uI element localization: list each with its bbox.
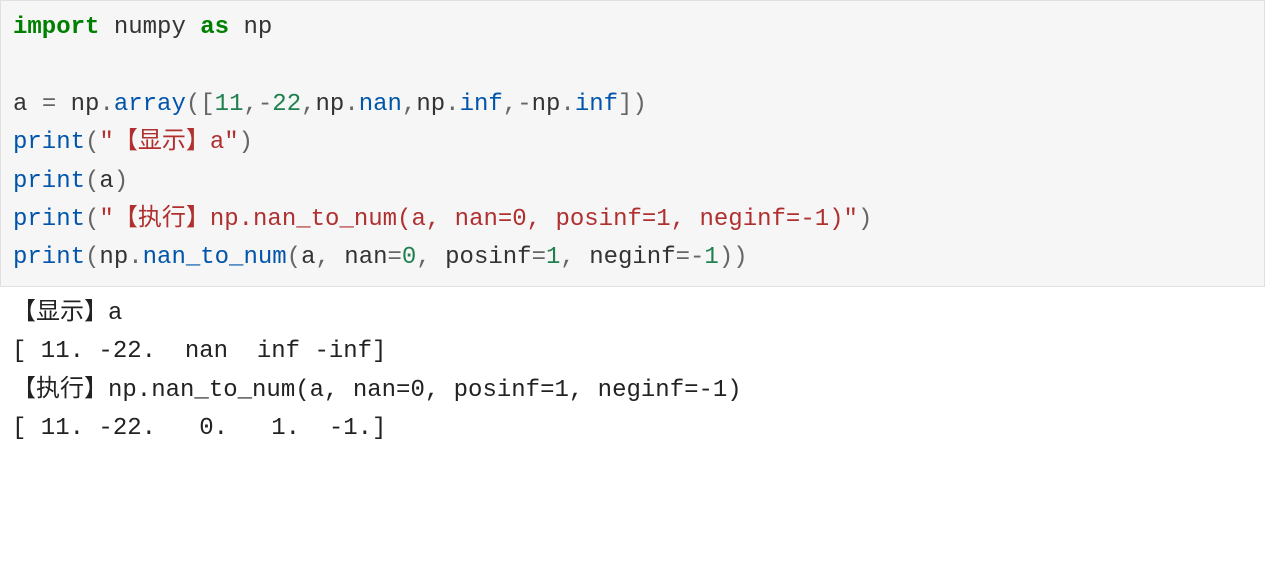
space [575, 244, 589, 271]
op-comma: , [301, 91, 315, 118]
var-a: a [13, 91, 27, 118]
op-assign: = [42, 91, 56, 118]
op-paren-close: ) [858, 206, 872, 233]
id-np: np [99, 244, 128, 271]
num-1: 1 [546, 244, 560, 271]
kw-nan: nan [344, 244, 387, 271]
op-paren-close: ) [632, 91, 646, 118]
code-line-3: a = np.array([11,-22,np.nan,np.inf,-np.i… [13, 91, 647, 118]
space [431, 244, 445, 271]
fn-array: array [114, 91, 186, 118]
op-minus: - [517, 91, 531, 118]
kw-posinf: posinf [445, 244, 531, 271]
code-block: import numpy as np a = np.array([11,-22,… [0, 0, 1265, 287]
op-paren-open: ( [85, 129, 99, 156]
fn-print: print [13, 168, 85, 195]
space [229, 14, 243, 41]
var-a: a [99, 168, 113, 195]
id-np: np [316, 91, 345, 118]
op-minus: - [258, 91, 272, 118]
op-paren-open: ( [85, 244, 99, 271]
op-comma: , [416, 244, 430, 271]
space [186, 14, 200, 41]
string-literal: "【执行】np.nan_to_num(a, nan=0, posinf=1, n… [99, 206, 858, 233]
op-bracket-close: ] [618, 91, 632, 118]
string-literal: "【显示】a" [99, 129, 238, 156]
keyword-import: import [13, 14, 99, 41]
space [99, 14, 113, 41]
op-assign: = [388, 244, 402, 271]
fn-print: print [13, 206, 85, 233]
op-assign: = [532, 244, 546, 271]
op-comma: , [503, 91, 517, 118]
op-comma: , [243, 91, 257, 118]
op-paren-open: ( [186, 91, 200, 118]
code-line-7: print(np.nan_to_num(a, nan=0, posinf=1, … [13, 244, 748, 271]
space [27, 91, 41, 118]
num-1: 1 [704, 244, 718, 271]
id-np: np [416, 91, 445, 118]
op-dot: . [445, 91, 459, 118]
op-paren-close: ) [733, 244, 747, 271]
op-paren-open: ( [85, 168, 99, 195]
id-np: np [532, 91, 561, 118]
num-22: 22 [272, 91, 301, 118]
space [330, 244, 344, 271]
num-0: 0 [402, 244, 416, 271]
kw-neginf: neginf [589, 244, 675, 271]
op-comma: , [402, 91, 416, 118]
op-bracket-open: [ [200, 91, 214, 118]
fn-nan-to-num: nan_to_num [143, 244, 287, 271]
module-numpy: numpy [114, 14, 186, 41]
num-11: 11 [215, 91, 244, 118]
code-line-5: print(a) [13, 168, 128, 195]
output-block: 【显示】a [ 11. -22. nan inf -inf] 【执行】np.na… [0, 287, 1265, 457]
output-line-2: [ 11. -22. nan inf -inf] [12, 338, 386, 365]
op-paren-close: ) [719, 244, 733, 271]
op-dot: . [128, 244, 142, 271]
op-minus: - [690, 244, 704, 271]
alias-np: np [243, 14, 272, 41]
op-assign: = [676, 244, 690, 271]
keyword-as: as [200, 14, 229, 41]
attr-nan: nan [359, 91, 402, 118]
op-dot: . [99, 91, 113, 118]
op-paren-close: ) [114, 168, 128, 195]
var-a: a [301, 244, 315, 271]
op-comma: , [560, 244, 574, 271]
fn-print: print [13, 244, 85, 271]
output-line-3: 【执行】np.nan_to_num(a, nan=0, posinf=1, ne… [12, 377, 742, 404]
code-line-6: print("【执行】np.nan_to_num(a, nan=0, posin… [13, 206, 872, 233]
op-comma: , [315, 244, 329, 271]
attr-inf: inf [575, 91, 618, 118]
fn-print: print [13, 129, 85, 156]
op-paren-open: ( [85, 206, 99, 233]
op-dot: . [344, 91, 358, 118]
code-line-1: import numpy as np [13, 14, 272, 41]
space [56, 91, 70, 118]
output-line-1: 【显示】a [12, 300, 122, 327]
op-paren-close: ) [239, 129, 253, 156]
id-np: np [71, 91, 100, 118]
code-line-4: print("【显示】a") [13, 129, 253, 156]
output-line-4: [ 11. -22. 0. 1. -1.] [12, 415, 386, 442]
op-dot: . [560, 91, 574, 118]
op-paren-open: ( [287, 244, 301, 271]
attr-inf: inf [460, 91, 503, 118]
